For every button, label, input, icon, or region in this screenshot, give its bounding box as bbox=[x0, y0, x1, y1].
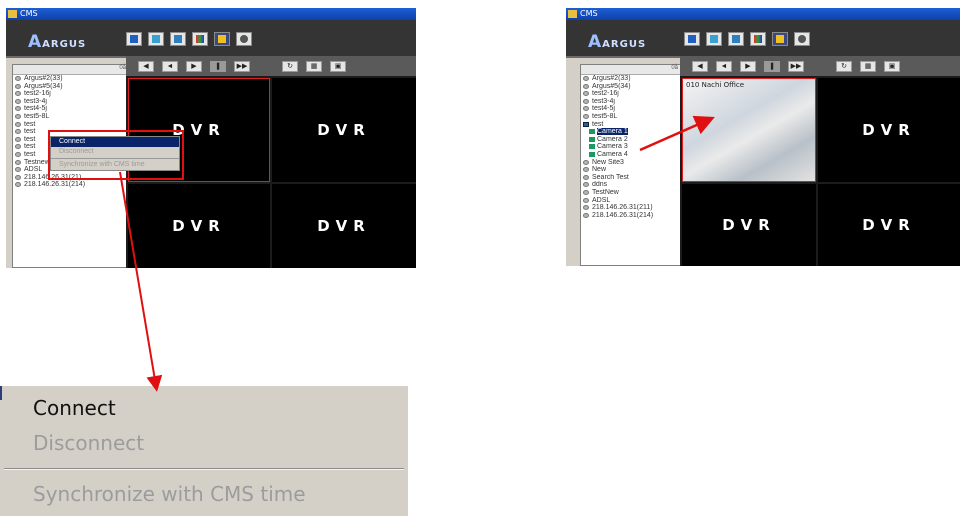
annotation-arrows bbox=[119, 115, 715, 392]
arrow-to-zoom bbox=[119, 171, 163, 392]
arrow-to-video bbox=[639, 115, 715, 152]
